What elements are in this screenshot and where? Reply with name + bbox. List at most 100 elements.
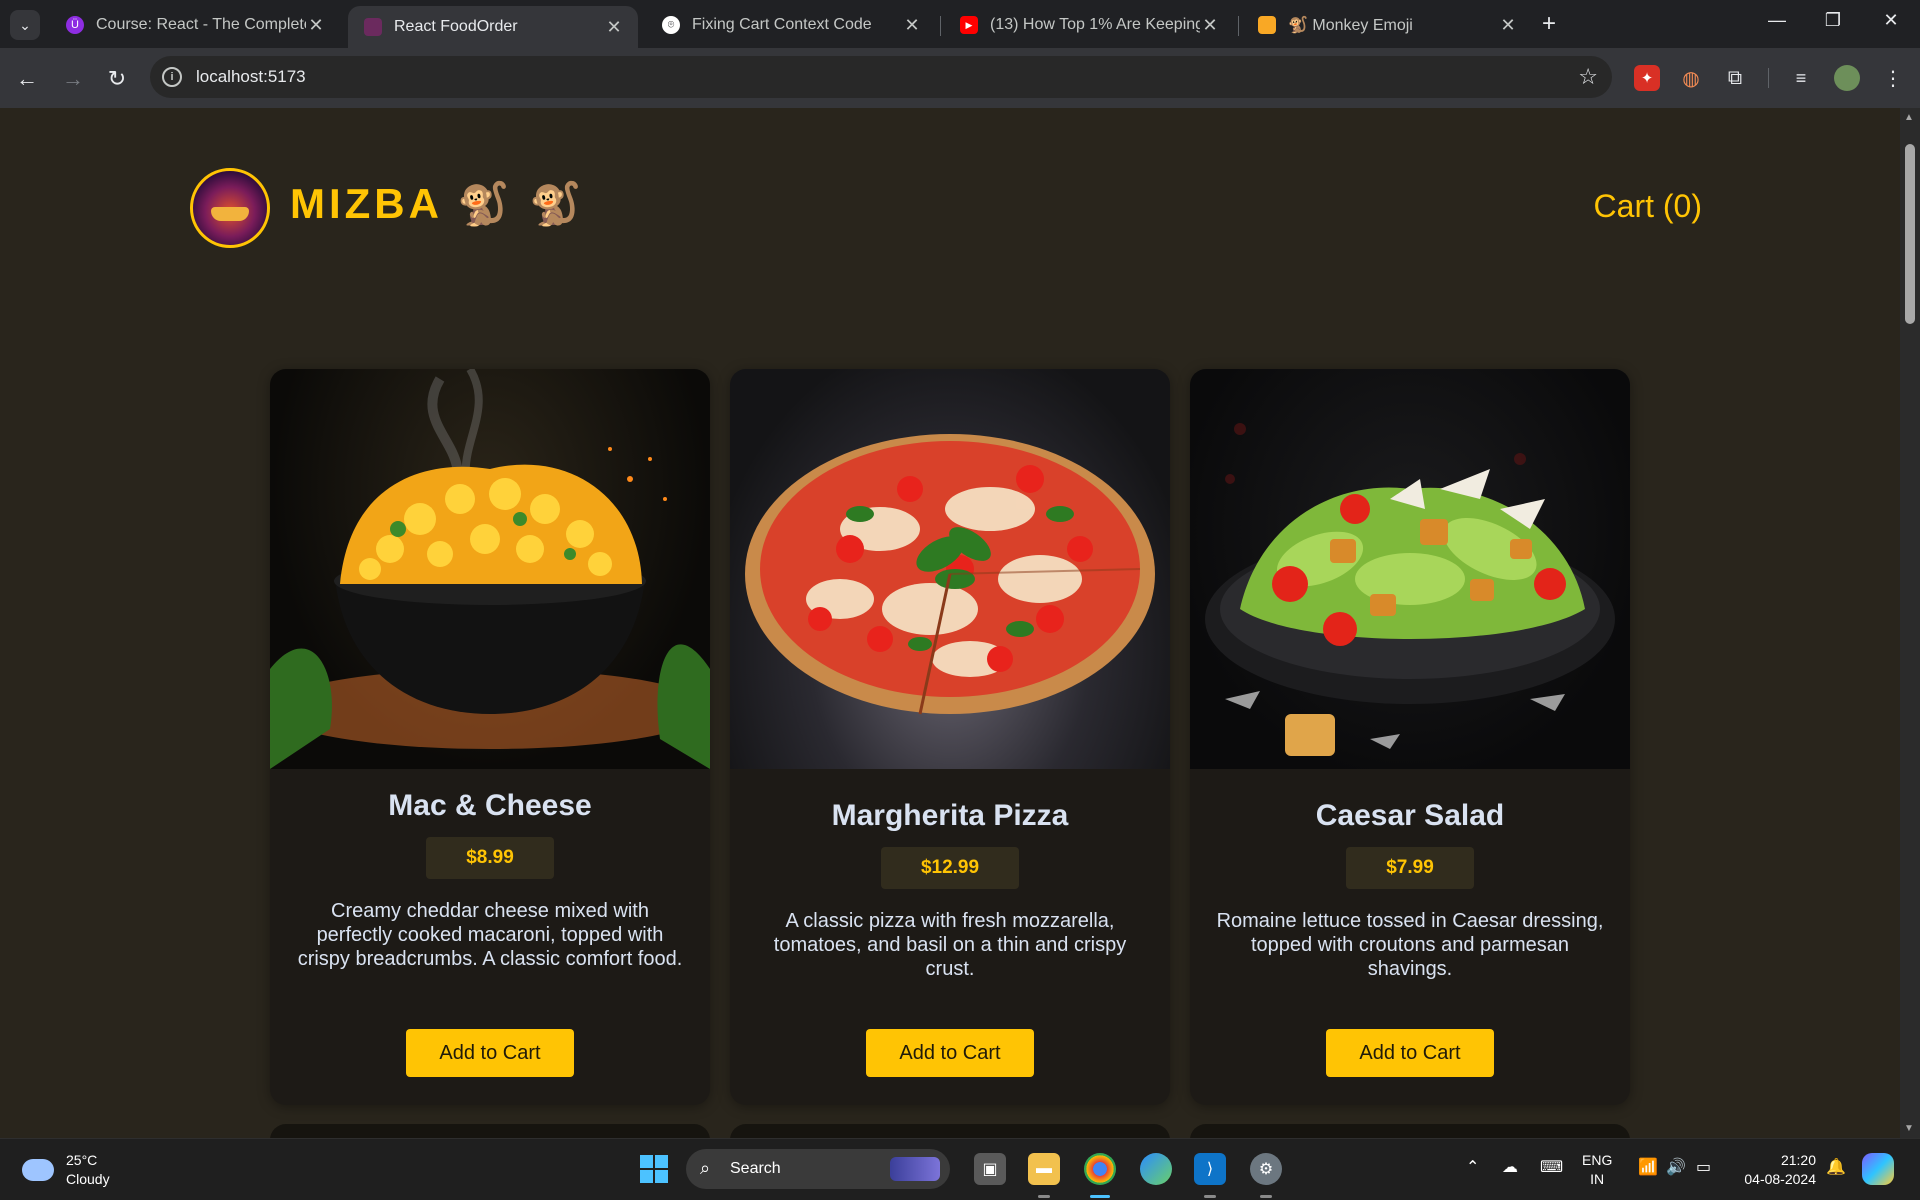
keyboard-icon[interactable]: ⌨ [1540,1157,1563,1177]
search-label: Search [730,1160,781,1177]
browser-toolbar: ← → ↻ i localhost:5173 ☆ ✦ ◍ ⧉ ≡ ⋮ [0,48,1920,108]
reload-button[interactable]: ↻ [102,64,132,94]
tab-react-foodorder[interactable]: React FoodOrder ✕ [348,6,638,48]
cloud-icon [22,1159,54,1181]
system-clock[interactable]: 21:20 04-08-2024 [1736,1151,1816,1189]
clock-time: 21:20 [1780,1152,1816,1168]
close-icon[interactable]: ✕ [1200,15,1220,36]
add-to-cart-button[interactable]: Add to Cart [1326,1029,1494,1077]
cart-button[interactable]: Cart (0) [1594,188,1702,225]
puzzle-icon[interactable]: ⧉ [1722,65,1748,91]
media-control-icon[interactable]: ≡ [1788,65,1814,91]
url-text[interactable]: localhost:5173 [196,67,306,87]
battery-icon[interactable]: ▭ [1696,1157,1711,1177]
meal-card: Mac & Cheese $8.99 Creamy cheddar cheese… [270,369,710,1105]
notification-bell-icon[interactable]: 🔔 [1826,1157,1846,1177]
start-button[interactable] [640,1155,668,1183]
task-view-icon[interactable]: ▣ [974,1153,1006,1185]
running-indicator [1204,1195,1216,1198]
chevron-down-icon: ⌄ [19,16,31,33]
active-app-indicator [1090,1195,1110,1198]
arrow-right-icon: → [62,66,84,91]
meal-card: Margherita Pizza $12.99 A classic pizza … [730,369,1170,1105]
tab-title: Course: React - The Complete G [96,16,306,33]
close-icon[interactable]: ✕ [306,15,326,36]
minimize-button[interactable]: — [1762,10,1792,31]
meal-price: $7.99 [1346,847,1474,889]
meal-image [270,369,710,769]
meal-price: $8.99 [426,837,554,879]
close-icon[interactable]: ✕ [604,17,624,38]
running-indicator [1260,1195,1272,1198]
brand-title: MIZBA 🐒 🐒 [290,180,586,227]
weather-widget[interactable]: 25°C Cloudy [22,1151,110,1189]
tab-title: 🐒 Monkey Emoji [1288,17,1413,34]
meal-card: Caesar Salad $7.99 Romaine lettuce tosse… [1190,369,1630,1105]
search-icon: ⌕ [700,1158,711,1178]
copilot-icon[interactable] [1862,1153,1894,1185]
tab-youtube[interactable]: ▶ (13) How Top 1% Are Keeping Y ✕ [944,6,1234,44]
wifi-icon[interactable]: 📶 [1638,1157,1658,1177]
restaurant-logo [190,168,270,248]
meal-description: Romaine lettuce tossed in Caesar dressin… [1216,910,1604,980]
tab-divider [1238,16,1239,36]
language-indicator[interactable]: ENG IN [1582,1151,1612,1189]
udemy-favicon-icon: Ü [66,16,84,34]
clock-date: 04-08-2024 [1744,1171,1816,1187]
scroll-down-icon[interactable]: ▼ [1904,1123,1914,1134]
meal-card-partial [270,1124,710,1138]
weather-description: Cloudy [66,1171,110,1187]
plus-icon: + [1542,10,1557,37]
windows-taskbar: 25°C Cloudy ⌕ Search ▣ ▬ ⟩ ⚙ ⌃ ☁ ⌨ ENG I… [0,1138,1920,1200]
avatar[interactable] [1834,65,1860,91]
vscode-icon[interactable]: ⟩ [1194,1153,1226,1185]
back-button[interactable]: ← [12,64,42,94]
tab-monkey-emoji[interactable]: 🐒 Monkey Emoji ✕ [1242,6,1532,44]
chrome-icon[interactable] [1084,1153,1116,1185]
youtube-favicon-icon: ▶ [960,16,978,34]
tab-react-course[interactable]: Ü Course: React - The Complete G ✕ [50,6,340,44]
close-icon[interactable]: ✕ [1498,15,1518,36]
close-icon[interactable]: ✕ [902,15,922,36]
foodorder-favicon-icon [364,18,382,36]
window-close-button[interactable]: ✕ [1876,10,1906,31]
address-bar[interactable]: i localhost:5173 ☆ [150,56,1612,98]
info-icon[interactable]: i [162,67,182,87]
extension-red-icon[interactable]: ✦ [1634,65,1660,91]
forward-button[interactable]: → [58,64,88,94]
tab-search-button[interactable]: ⌄ [10,10,40,40]
page-scrollbar[interactable]: ▲ ▼ [1900,108,1920,1138]
tab-divider [940,16,941,36]
star-icon[interactable]: ☆ [1578,64,1598,90]
kebab-menu-icon[interactable]: ⋮ [1880,65,1906,91]
volume-icon[interactable]: 🔊 [1666,1157,1686,1177]
meal-card-partial [1190,1124,1630,1138]
scroll-up-icon[interactable]: ▲ [1904,112,1914,123]
running-indicator [1038,1195,1050,1198]
restore-button[interactable]: ❐ [1818,10,1848,31]
add-to-cart-button[interactable]: Add to Cart [866,1029,1034,1077]
reload-icon: ↻ [107,66,127,91]
tab-fixing-cart[interactable]: ⌾ Fixing Cart Context Code ✕ [646,6,936,44]
cookie-extension-icon[interactable]: ◍ [1678,65,1704,91]
tab-strip: ⌄ Ü Course: React - The Complete G ✕ Rea… [0,0,1920,48]
scrollbar-thumb[interactable] [1905,144,1915,324]
mac-and-cheese-image [270,369,710,769]
margherita-pizza-image [745,434,1155,715]
tab-title: React FoodOrder [394,18,518,35]
chatgpt-favicon-icon: ⌾ [662,16,680,34]
tab-title: (13) How Top 1% Are Keeping Y [990,16,1200,33]
settings-gear-icon[interactable]: ⚙ [1250,1153,1282,1185]
arrow-left-icon: ← [16,66,38,91]
caesar-salad-image [1205,423,1615,756]
meal-description: A classic pizza with fresh mozzarella, t… [773,910,1127,980]
meal-card-partial [730,1124,1170,1138]
add-to-cart-button[interactable]: Add to Cart [406,1029,574,1077]
messenger-app-icon[interactable] [1140,1153,1172,1185]
meal-name: Caesar Salad [1315,799,1505,832]
onedrive-icon[interactable]: ☁ [1502,1157,1518,1177]
file-explorer-icon[interactable]: ▬ [1028,1153,1060,1185]
chevron-up-icon[interactable]: ⌃ [1466,1157,1479,1177]
new-tab-button[interactable]: + [1542,12,1556,36]
taskbar-search[interactable]: ⌕ Search [686,1149,950,1189]
